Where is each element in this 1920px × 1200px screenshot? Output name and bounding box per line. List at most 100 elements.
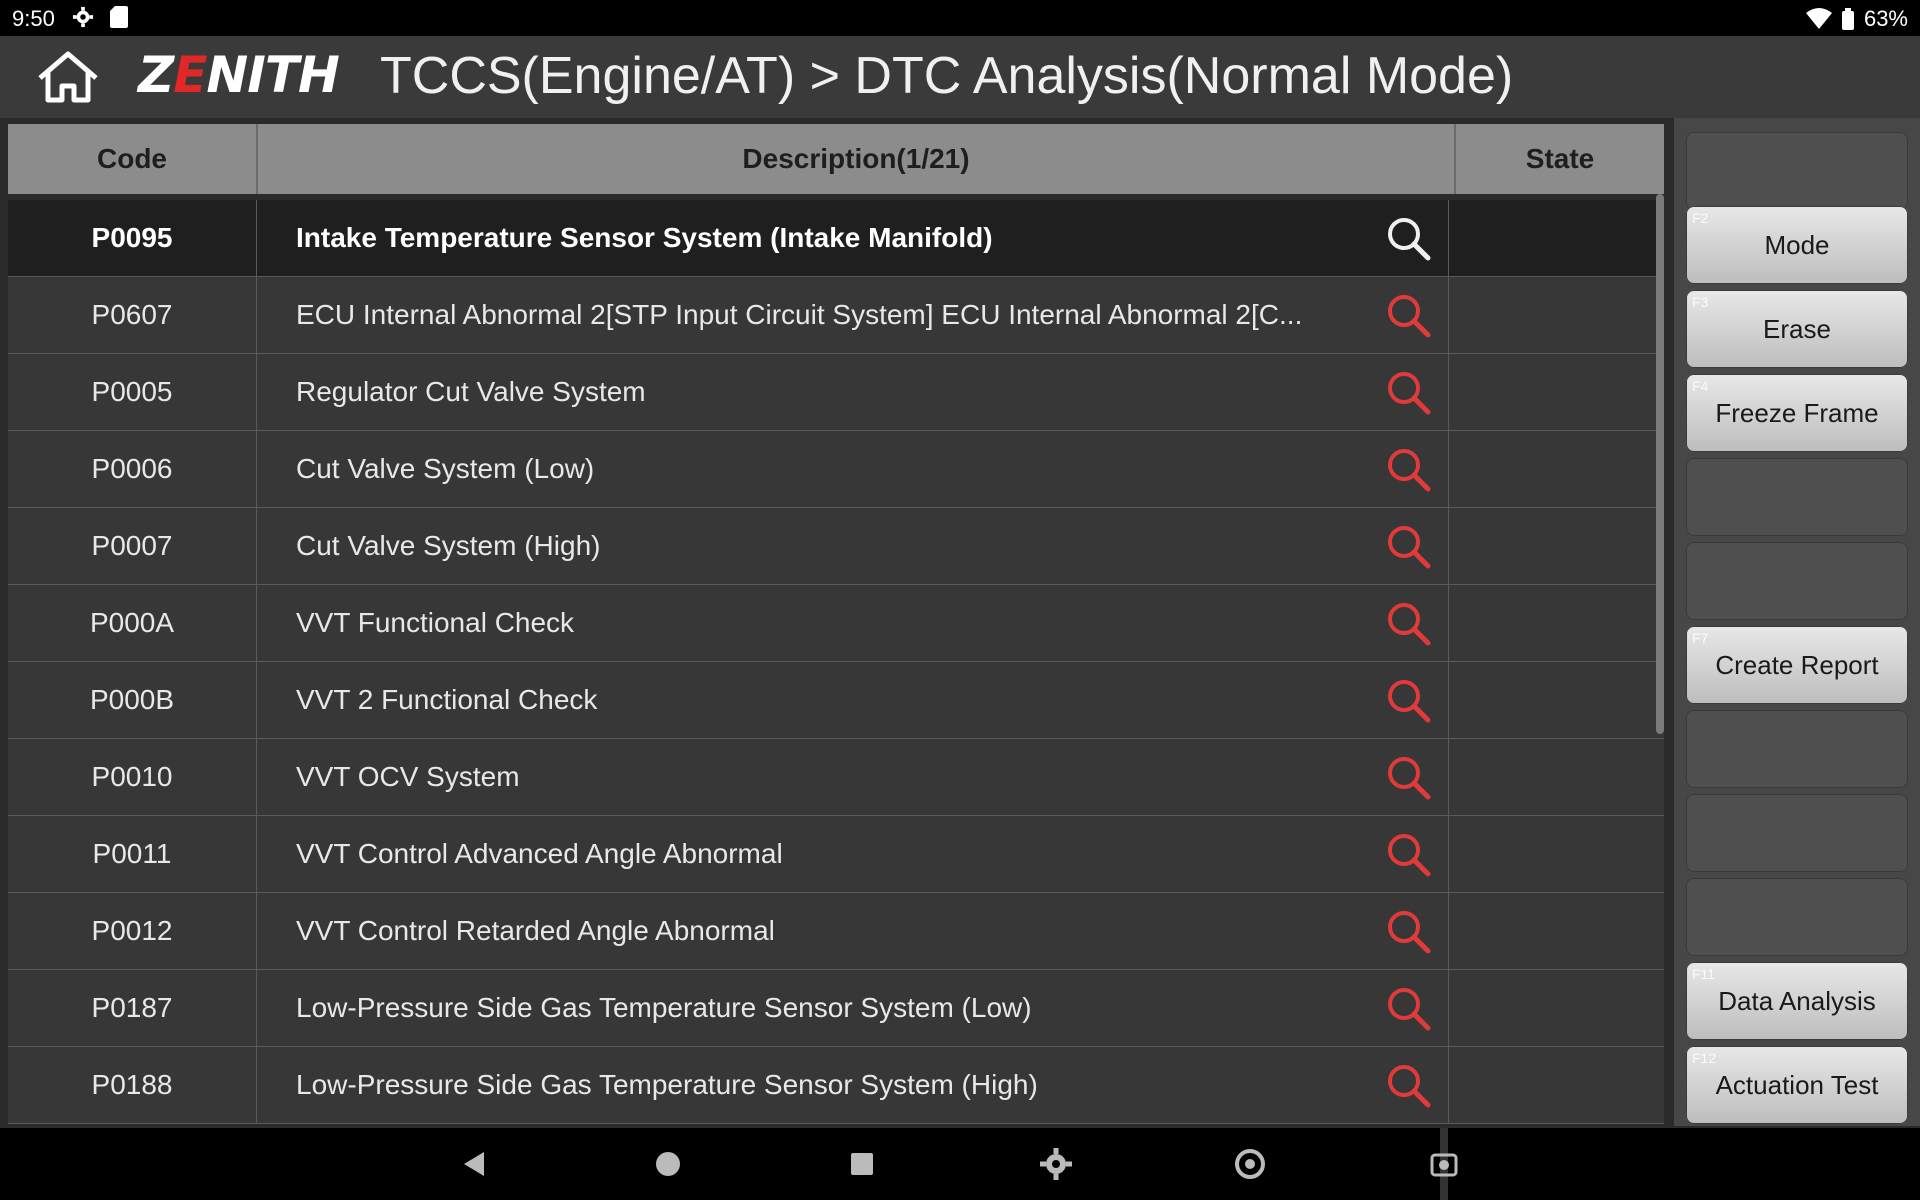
status-time: 9:50 [12, 6, 55, 31]
search-icon[interactable] [1384, 984, 1432, 1032]
column-divider [1448, 739, 1449, 815]
function-key-label [1686, 710, 1908, 788]
dtc-state [1456, 1047, 1664, 1123]
function-key-label: Actuation Test [1715, 1070, 1879, 1100]
function-key-label: Erase [1763, 314, 1831, 344]
empty-function-key-5 [1686, 458, 1908, 536]
column-divider [1448, 200, 1449, 276]
table-row[interactable]: P0010 VVT OCV System [8, 739, 1664, 816]
dtc-state [1456, 200, 1664, 276]
table-row[interactable]: P0187 Low-Pressure Side Gas Temperature S… [8, 970, 1664, 1047]
dtc-description: VVT 2 Functional Check [296, 684, 598, 715]
erase-button[interactable]: F3 Erase [1686, 290, 1908, 368]
function-key-label [1686, 132, 1908, 210]
chrome-icon[interactable] [1232, 1146, 1268, 1182]
search-icon[interactable] [1384, 830, 1432, 878]
recents-icon[interactable] [844, 1146, 880, 1182]
dtc-description: Cut Valve System (High) [296, 530, 601, 561]
dtc-state [1456, 585, 1664, 661]
dtc-state [1456, 816, 1664, 892]
table-row[interactable]: P0005 Regulator Cut Valve System [8, 354, 1664, 431]
dtc-state [1456, 970, 1664, 1046]
search-icon[interactable] [1384, 368, 1432, 416]
dtc-description: VVT Functional Check [296, 607, 575, 638]
column-header-code[interactable]: Code [8, 124, 258, 194]
dtc-description: Low-Pressure Side Gas Temperature Sensor… [296, 1069, 1038, 1100]
empty-function-key-8 [1686, 710, 1908, 788]
empty-function-key-10 [1686, 878, 1908, 956]
column-header-description[interactable]: Description(1/21) [258, 124, 1456, 194]
actuation-test-button[interactable]: F12 Actuation Test [1686, 1046, 1908, 1124]
empty-function-key-6 [1686, 542, 1908, 620]
sd-card-icon [110, 6, 128, 28]
dtc-code: P0010 [8, 739, 257, 815]
freeze-frame-button[interactable]: F4 Freeze Frame [1686, 374, 1908, 452]
column-divider [1448, 816, 1449, 892]
search-icon[interactable] [1384, 676, 1432, 724]
dtc-code: P000A [8, 585, 257, 661]
dtc-state [1456, 431, 1664, 507]
dtc-code: P0005 [8, 354, 257, 430]
dtc-description: Low-Pressure Side Gas Temperature Sensor… [296, 992, 1032, 1023]
data-analysis-button[interactable]: F11 Data Analysis [1686, 962, 1908, 1040]
function-key-label: Create Report [1715, 650, 1879, 680]
table-row[interactable]: P0095 Intake Temperature Sensor System (I… [8, 200, 1664, 277]
dtc-code: P0011 [8, 816, 257, 892]
table-header: Code Description(1/21) State [8, 124, 1664, 197]
dtc-description: VVT Control Retarded Angle Abnormal [296, 915, 775, 946]
dtc-code: P0012 [8, 893, 257, 969]
search-icon[interactable] [1384, 522, 1432, 570]
page-title: TCCS(Engine/AT) > DTC Analysis(Normal Mo… [380, 47, 1514, 105]
function-key-label [1686, 878, 1908, 956]
column-divider [1448, 508, 1449, 584]
table-row[interactable]: P0012 VVT Control Retarded Angle Abnormal [8, 893, 1664, 970]
dtc-code: P0187 [8, 970, 257, 1046]
table-row[interactable]: P000A VVT Functional Check [8, 585, 1664, 662]
status-bar: 9:50 63% [0, 0, 1920, 36]
function-key-label: Mode [1764, 230, 1830, 260]
search-icon[interactable] [1384, 291, 1432, 339]
table-row[interactable]: P000B VVT 2 Functional Check [8, 662, 1664, 739]
dtc-state [1456, 739, 1664, 815]
column-header-state[interactable]: State [1456, 124, 1664, 194]
create-report-button[interactable]: F7 Create Report [1686, 626, 1908, 704]
dtc-state [1456, 354, 1664, 430]
settings-icon[interactable] [1038, 1146, 1074, 1182]
table-scrollbar[interactable] [1656, 194, 1664, 734]
column-divider [1448, 431, 1449, 507]
column-divider [1448, 585, 1449, 661]
table-row[interactable]: P0188 Low-Pressure Side Gas Temperature S… [8, 1047, 1664, 1124]
empty-function-key-1 [1686, 132, 1908, 210]
mode-button[interactable]: F2 Mode [1686, 206, 1908, 284]
column-divider [1448, 970, 1449, 1046]
dtc-state [1456, 893, 1664, 969]
search-icon[interactable] [1384, 1061, 1432, 1109]
column-divider [1448, 354, 1449, 430]
battery-percent: 63% [1863, 6, 1908, 31]
search-icon[interactable] [1384, 907, 1432, 955]
app-header: ZENITH TCCS(Engine/AT) > DTC Analysis(No… [0, 36, 1920, 118]
dtc-description: VVT Control Advanced Angle Abnormal [296, 838, 783, 869]
function-key-label [1686, 542, 1908, 620]
home-icon[interactable] [34, 50, 102, 106]
search-icon[interactable] [1384, 753, 1432, 801]
table-row[interactable]: P0006 Cut Valve System (Low) [8, 431, 1664, 508]
column-divider [1448, 277, 1449, 353]
dtc-table: Code Description(1/21) State P0095 Intake… [8, 124, 1664, 1126]
battery-icon [1841, 8, 1854, 30]
dtc-state [1456, 277, 1664, 353]
dtc-description: Regulator Cut Valve System [296, 376, 646, 407]
search-icon[interactable] [1384, 214, 1432, 262]
back-icon[interactable] [456, 1146, 492, 1182]
home-circle-icon[interactable] [650, 1146, 686, 1182]
function-key-label: Freeze Frame [1715, 398, 1879, 428]
search-icon[interactable] [1384, 599, 1432, 647]
screenshot-icon[interactable] [1426, 1146, 1462, 1182]
table-row[interactable]: P0011 VVT Control Advanced Angle Abnormal [8, 816, 1664, 893]
dtc-description: Cut Valve System (Low) [296, 453, 595, 484]
dtc-code: P0006 [8, 431, 257, 507]
dtc-state [1456, 508, 1664, 584]
table-row[interactable]: P0607 ECU Internal Abnormal 2[STP Input C… [8, 277, 1664, 354]
search-icon[interactable] [1384, 445, 1432, 493]
table-row[interactable]: P0007 Cut Valve System (High) [8, 508, 1664, 585]
